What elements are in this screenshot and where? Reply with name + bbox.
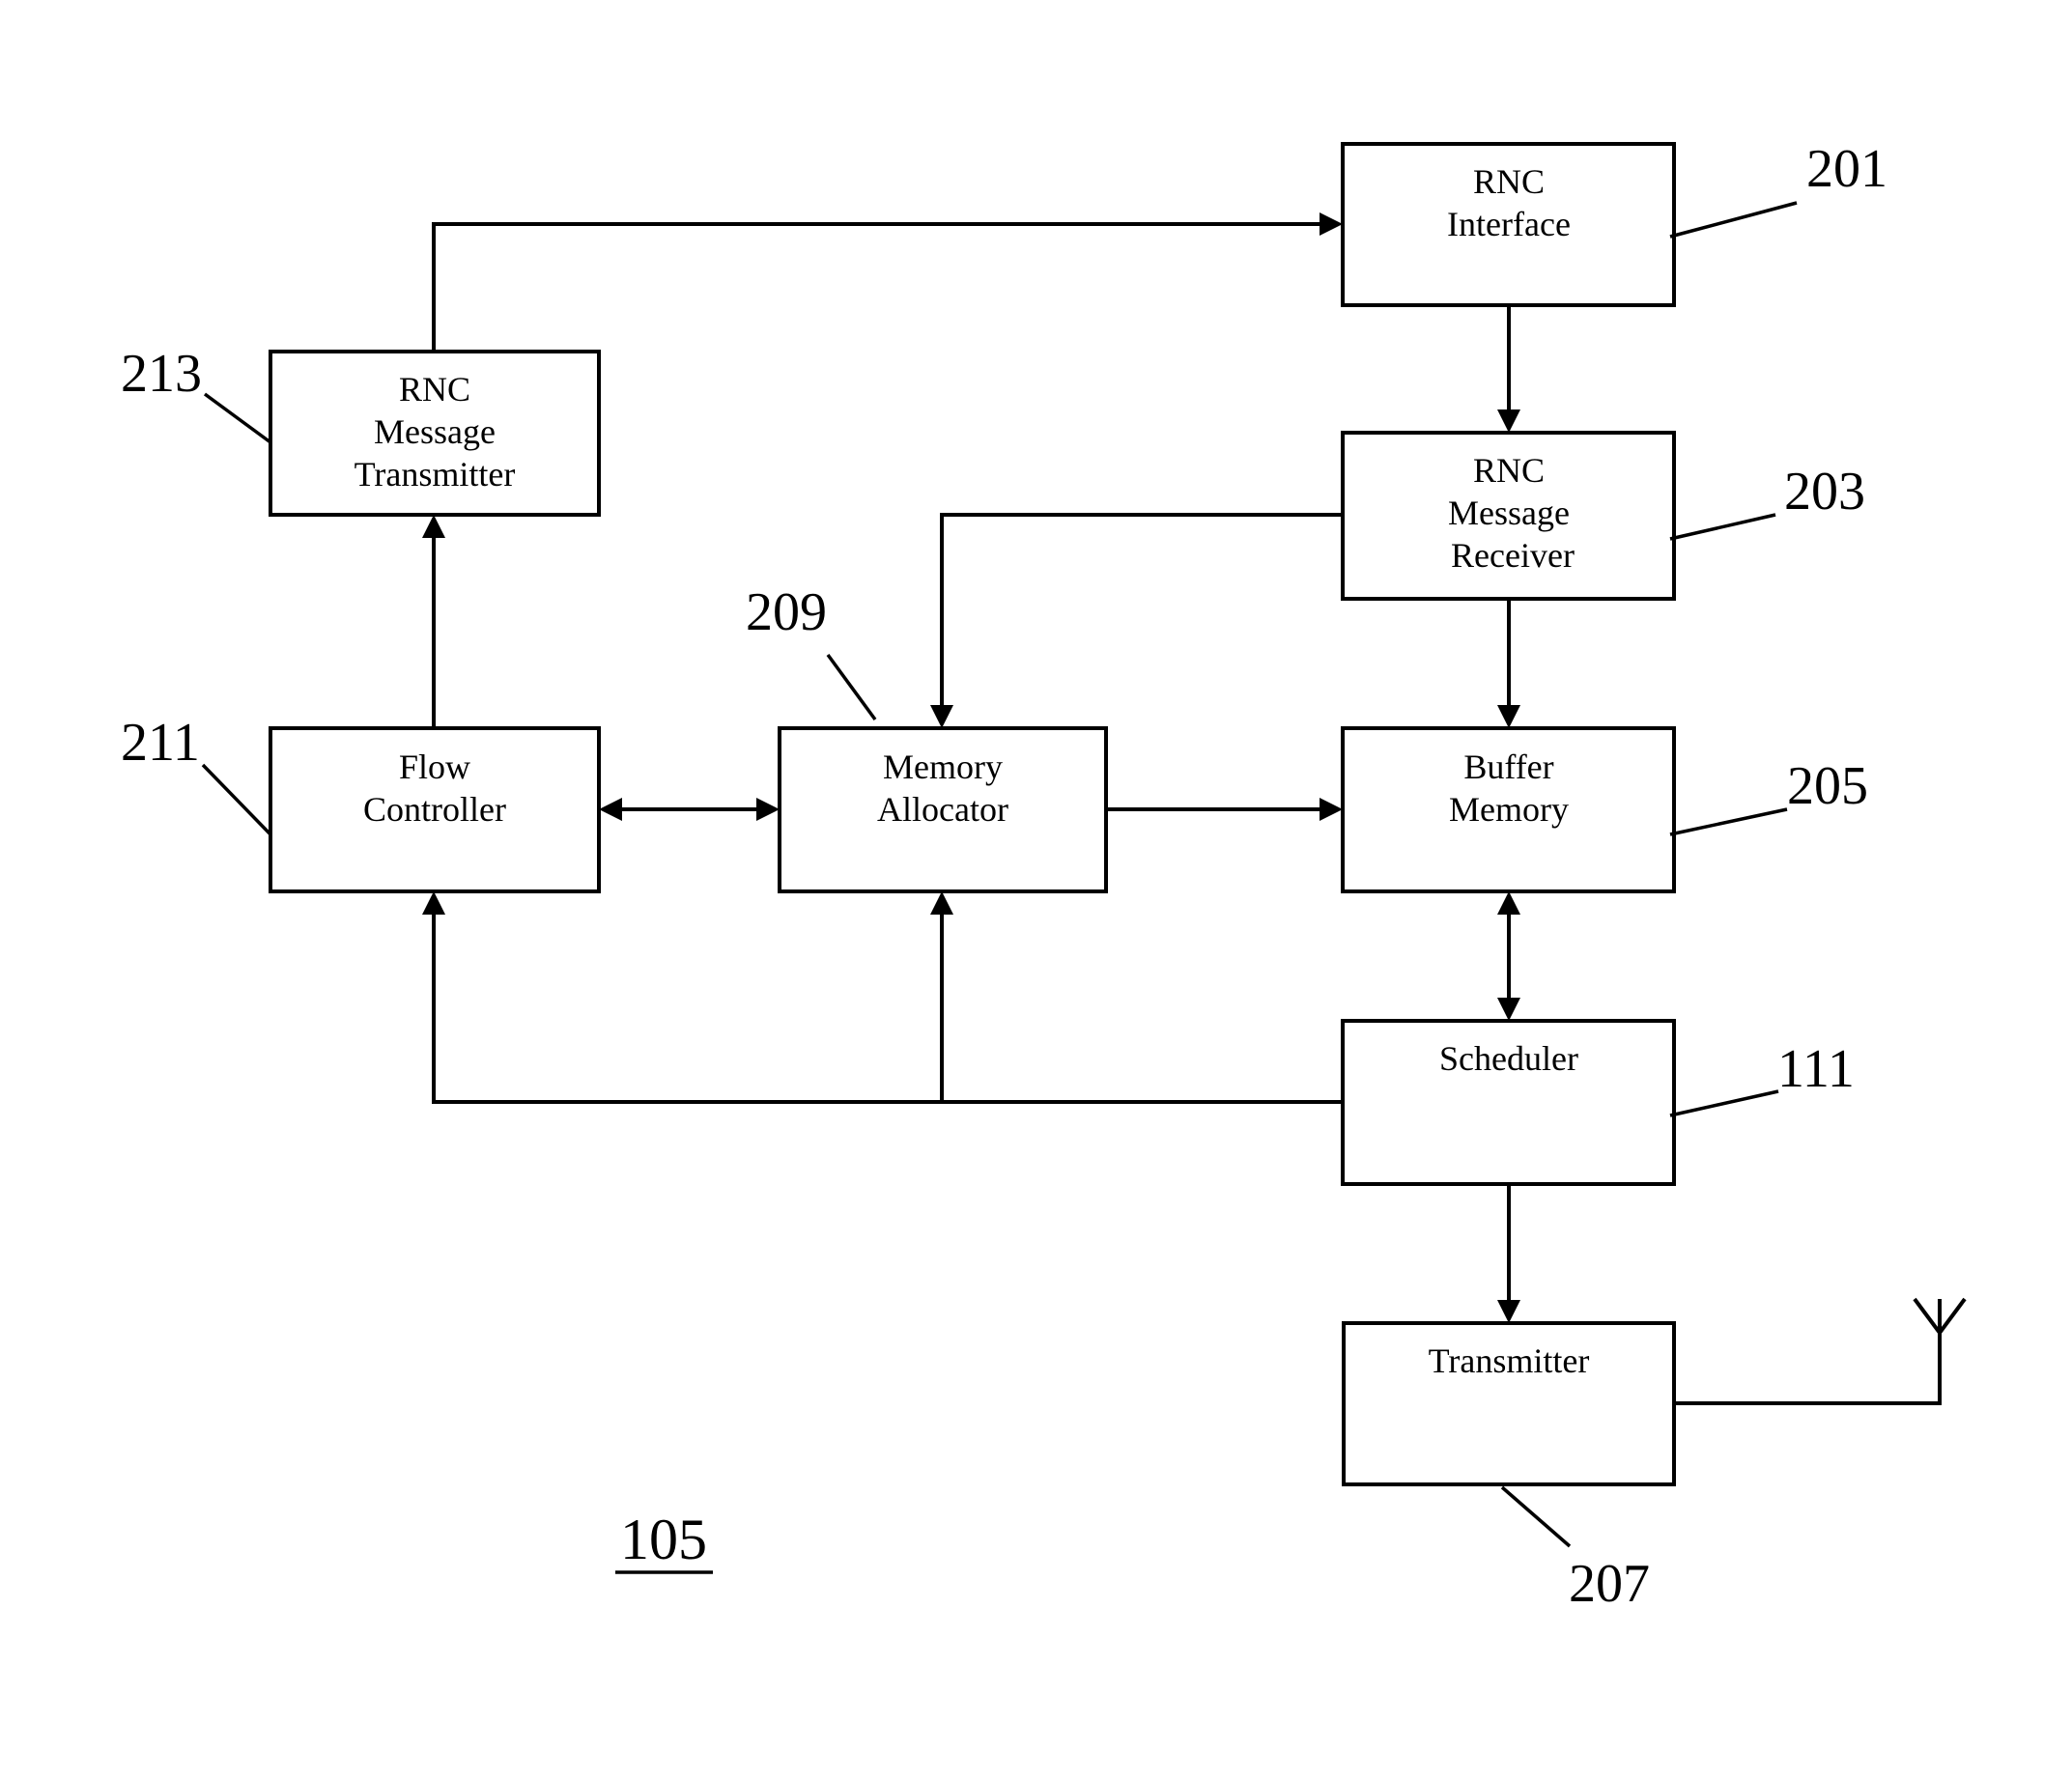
ref-numeral: 205	[1787, 756, 1868, 816]
arrowhead-icon	[930, 891, 953, 915]
wire-transmitter-to-antenna	[1674, 1313, 1942, 1405]
arrowhead-icon	[1320, 212, 1343, 236]
block-rnc-message-receiver: RNC Message Receiver	[1341, 431, 1676, 601]
figure-reference-label: 105	[620, 1508, 707, 1571]
block-label-line: Transmitter	[1429, 1341, 1590, 1380]
arrowhead-icon	[930, 705, 953, 728]
block-diagram: RNC Interface RNC Message Receiver Buffe…	[121, 139, 1967, 1614]
arrowhead-icon	[599, 798, 622, 821]
block-label-line: Controller	[363, 790, 506, 829]
ref-numeral: 203	[1784, 462, 1865, 522]
block-label-line: Message	[374, 412, 496, 451]
arrowhead-icon	[1320, 798, 1343, 821]
block-rnc-message-transmitter: RNC Message Transmitter	[269, 350, 601, 517]
block-flow-controller: Flow Controller	[269, 726, 601, 893]
ref-numeral: 201	[1806, 139, 1888, 199]
block-label-line: Buffer	[1463, 748, 1553, 786]
block-label-line: Transmitter	[355, 455, 516, 494]
ref-211: 211	[121, 713, 272, 836]
block-label-line: Message	[1448, 494, 1570, 532]
block-rnc-interface: RNC Interface	[1341, 142, 1676, 307]
arrowhead-icon	[756, 798, 780, 821]
arrowhead-icon	[1497, 409, 1520, 433]
antenna-icon	[1913, 1297, 1967, 1335]
block-label-line: Allocator	[877, 790, 1008, 829]
ref-numeral: 209	[746, 582, 827, 642]
block-label-line: Memory	[1449, 790, 1569, 829]
block-label-line: Scheduler	[1439, 1039, 1578, 1078]
ref-numeral: 111	[1777, 1039, 1855, 1099]
block-label-line: RNC	[1473, 451, 1545, 490]
arrowhead-icon	[1497, 998, 1520, 1021]
block-label-line: Interface	[1447, 205, 1571, 243]
ref-111: 111	[1669, 1039, 1855, 1117]
wire-scheduler-feedback	[432, 909, 1343, 1104]
ref-201: 201	[1669, 139, 1888, 239]
ref-207: 207	[1500, 1485, 1650, 1614]
block-memory-allocator: Memory Allocator	[778, 726, 1108, 893]
ref-numeral: 213	[121, 344, 202, 404]
arrowhead-icon	[1497, 1300, 1520, 1323]
block-label-line: RNC	[399, 370, 470, 409]
arrowhead-icon	[1497, 705, 1520, 728]
block-scheduler: Scheduler	[1341, 1019, 1676, 1186]
block-buffer-memory: Buffer Memory	[1341, 726, 1676, 893]
ref-203: 203	[1669, 462, 1865, 541]
arrowhead-icon	[1497, 891, 1520, 915]
ref-numeral: 211	[121, 713, 200, 773]
wire-transmitter-to-interface	[432, 222, 1325, 352]
arrowhead-icon	[422, 515, 445, 538]
ref-213: 213	[121, 344, 272, 444]
block-transmitter: Transmitter	[1342, 1321, 1676, 1486]
figure-reference-105: 105	[615, 1508, 713, 1574]
wire-receiver-to-allocator	[940, 513, 1343, 711]
ref-209: 209	[746, 582, 877, 721]
block-label-line: RNC	[1473, 162, 1545, 201]
ref-numeral: 207	[1569, 1554, 1650, 1614]
arrowhead-icon	[422, 891, 445, 915]
block-label-line: Receiver	[1451, 536, 1575, 575]
ref-205: 205	[1669, 756, 1868, 836]
block-label-line: Flow	[399, 748, 470, 786]
block-label-line: Memory	[883, 748, 1003, 786]
